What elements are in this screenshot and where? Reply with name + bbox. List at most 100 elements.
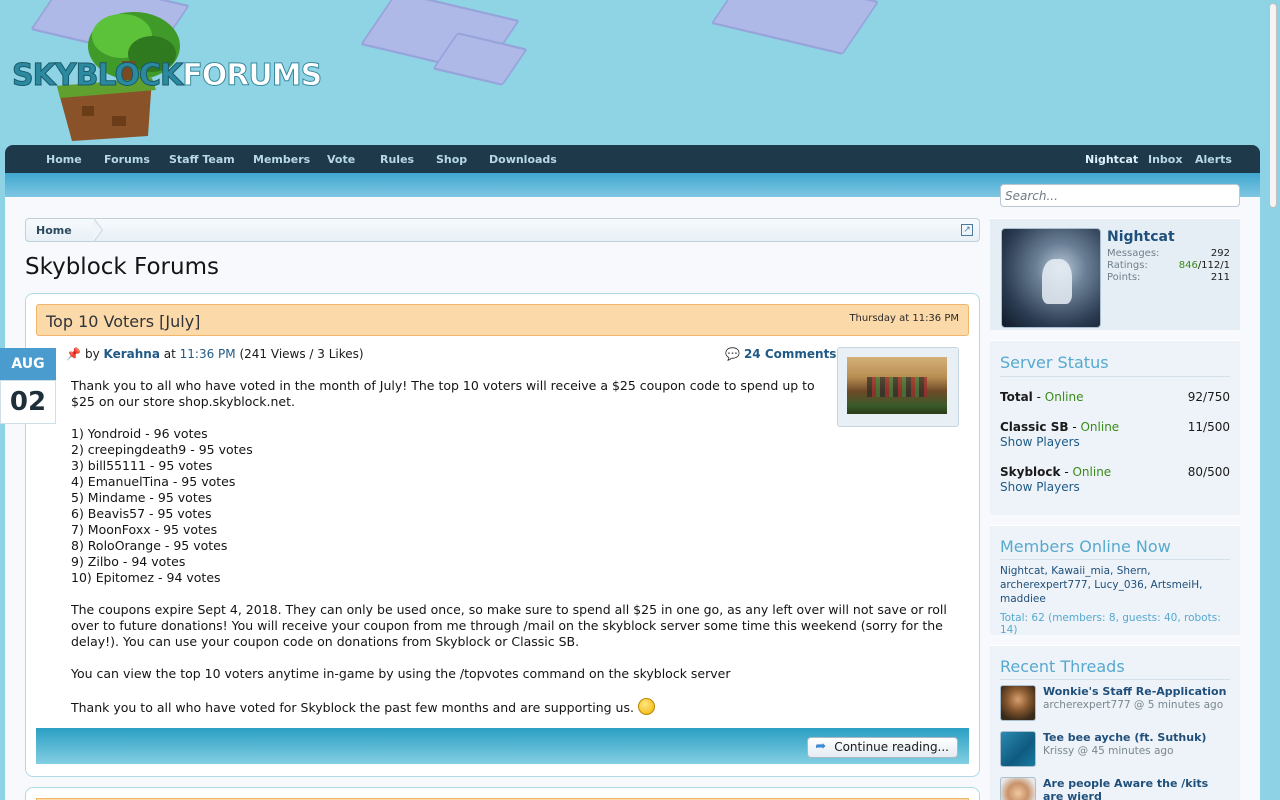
post-thanks: Thank you to all who have voted for Skyb… bbox=[71, 698, 951, 716]
voter-item: 3) bill55111 - 95 votes bbox=[71, 458, 213, 473]
nav-staff-team[interactable]: Staff Team bbox=[169, 153, 235, 166]
voter-item: 8) RoloOrange - 95 votes bbox=[71, 538, 228, 553]
post-title[interactable]: Top 10 Voters [July] bbox=[46, 312, 200, 331]
server-skyblock: Skyblock - Online 80/500 Show Players bbox=[1000, 465, 1230, 494]
members-online-total[interactable]: Total: 62 (members: 8, guests: 40, robot… bbox=[1000, 612, 1240, 636]
server-count: 92/750 bbox=[1187, 390, 1230, 404]
server-status-panel: Server Status Total - Online 92/750 Clas… bbox=[990, 340, 1240, 515]
server-name: Classic SB bbox=[1000, 420, 1069, 434]
comments-link[interactable]: 💬 24 Comments bbox=[725, 347, 836, 361]
visitor-messages: Messages: 292 bbox=[1107, 248, 1230, 259]
server-total: Total - Online 92/750 bbox=[1000, 390, 1230, 404]
divider bbox=[1000, 559, 1230, 560]
members-online-heading[interactable]: Members Online Now bbox=[1000, 537, 1171, 556]
post-coupons-text: The coupons expire Sept 4, 2018. They ca… bbox=[71, 602, 947, 649]
site-header: SKYBLOCKFORUMS bbox=[0, 0, 1280, 146]
post-topvotes-text: You can view the top 10 voters anytime i… bbox=[71, 666, 731, 681]
members-online-list[interactable]: Nightcat, Kawaii_mia, Shern, archerexper… bbox=[1000, 564, 1230, 606]
post-title-bar: Top 10 Voters [July] Thursday at 11:36 P… bbox=[36, 304, 969, 336]
breadcrumb-arrow-inner bbox=[93, 218, 102, 242]
points-value[interactable]: 211 bbox=[1211, 272, 1230, 283]
server-sep: - bbox=[1068, 420, 1081, 434]
breadcrumb-home[interactable]: Home bbox=[36, 224, 72, 237]
ratings-label: Ratings: bbox=[1107, 260, 1148, 271]
continue-bar: ➦ Continue reading... bbox=[36, 728, 969, 764]
voter-item: 7) MoonFoxx - 95 votes bbox=[71, 522, 218, 537]
server-count: 80/500 bbox=[1187, 465, 1230, 479]
nav-forums[interactable]: Forums bbox=[104, 153, 150, 166]
show-players-link[interactable]: Show Players bbox=[1000, 435, 1230, 449]
continue-reading-label: Continue reading... bbox=[834, 740, 949, 754]
avatar[interactable] bbox=[1000, 777, 1036, 800]
thread-title[interactable]: Are people Aware the /kits are wierd bbox=[1043, 777, 1230, 800]
avatar[interactable] bbox=[1000, 685, 1036, 721]
scrollbar-thumb[interactable] bbox=[1269, 3, 1277, 208]
logo-text: SKYBLOCKFORUMS bbox=[11, 58, 323, 94]
voter-item: 1) Yondroid - 96 votes bbox=[71, 426, 208, 441]
post-author[interactable]: Kerahna bbox=[104, 347, 160, 361]
ratings-value[interactable]: 846/112/1 bbox=[1179, 260, 1230, 271]
visitor-name[interactable]: Nightcat bbox=[1107, 229, 1175, 245]
messages-label: Messages: bbox=[1107, 248, 1160, 259]
visitor-panel: Nightcat Messages: 292 Ratings: 846/112/… bbox=[990, 218, 1240, 330]
nav-rules[interactable]: Rules bbox=[380, 153, 414, 166]
visitor-ratings: Ratings: 846/112/1 bbox=[1107, 260, 1230, 271]
post-time[interactable]: 11:36 PM bbox=[180, 347, 236, 361]
nav-inbox[interactable]: Inbox bbox=[1148, 153, 1182, 166]
divider bbox=[1000, 679, 1230, 680]
messages-value[interactable]: 292 bbox=[1211, 248, 1230, 259]
pin-icon: 📌 bbox=[66, 347, 81, 361]
post-date: Thursday at 11:36 PM bbox=[849, 313, 959, 324]
post-thanks-text: Thank you to all who have voted for Skyb… bbox=[71, 700, 634, 715]
recent-threads-panel: Recent Threads Wonkie's Staff Re-Applica… bbox=[990, 645, 1240, 800]
site-logo[interactable]: SKYBLOCKFORUMS bbox=[11, 6, 323, 146]
avatar[interactable] bbox=[1000, 731, 1036, 767]
recent-thread-item[interactable]: Wonkie's Staff Re-Application archerexpe… bbox=[1000, 685, 1230, 725]
post-meta: 📌 by Kerahna at 11:36 PM (241 Views / 3 L… bbox=[66, 347, 364, 361]
comment-icon: 💬 bbox=[725, 347, 740, 361]
breadcrumb: Home ↗ bbox=[25, 218, 980, 242]
nav-members[interactable]: Members bbox=[253, 153, 310, 166]
cloud-decoration bbox=[710, 0, 880, 55]
avatar[interactable] bbox=[1001, 228, 1101, 328]
continue-reading-button[interactable]: ➦ Continue reading... bbox=[807, 737, 958, 758]
main-nav: Home Forums Staff Team Members Vote Rule… bbox=[5, 145, 1260, 173]
server-status: Online bbox=[1072, 465, 1112, 479]
server-count: 11/500 bbox=[1187, 420, 1230, 434]
show-players-link[interactable]: Show Players bbox=[1000, 480, 1230, 494]
server-status: Online bbox=[1044, 390, 1084, 404]
logo-text-skyblock: SKYBLOCK bbox=[11, 58, 183, 94]
nav-alerts[interactable]: Alerts bbox=[1195, 153, 1232, 166]
nav-shop[interactable]: Shop bbox=[436, 153, 467, 166]
recent-thread-item[interactable]: Tee bee ayche (ft. Suthuk) Krissy @ 45 m… bbox=[1000, 731, 1230, 771]
server-classic-sb: Classic SB - Online 11/500 Show Players bbox=[1000, 420, 1230, 449]
members-online-panel: Members Online Now Nightcat, Kawaii_mia,… bbox=[990, 525, 1240, 636]
nav-user-nightcat[interactable]: Nightcat bbox=[1085, 153, 1138, 166]
thread-meta: archerexpert777 @ 5 minutes ago bbox=[1043, 699, 1224, 711]
logo-text-forums: FORUMS bbox=[182, 58, 323, 94]
post-thumbnail[interactable] bbox=[837, 347, 959, 427]
thread-title[interactable]: Wonkie's Staff Re-Application bbox=[1043, 685, 1230, 698]
voter-item: 5) Mindame - 95 votes bbox=[71, 490, 212, 505]
date-badge-day: 02 bbox=[0, 380, 56, 424]
ratings-positive: 846 bbox=[1178, 260, 1198, 271]
next-post bbox=[25, 787, 980, 800]
post-intro: Thank you to all who have voted in the m… bbox=[71, 378, 815, 409]
nav-vote[interactable]: Vote bbox=[327, 153, 355, 166]
post-stats: (241 Views / 3 Likes) bbox=[239, 347, 364, 361]
server-status: Online bbox=[1080, 420, 1120, 434]
page-title: Skyblock Forums bbox=[25, 254, 219, 280]
voter-item: 9) Zilbo - 94 votes bbox=[71, 554, 186, 569]
voter-item: 4) EmanuelTina - 95 votes bbox=[71, 474, 236, 489]
voter-list: 1) Yondroid - 96 votes 2) creepingdeath9… bbox=[71, 426, 831, 586]
server-name: Total bbox=[1000, 390, 1033, 404]
search-input[interactable]: Search... bbox=[1000, 184, 1240, 207]
nav-home[interactable]: Home bbox=[46, 153, 82, 166]
nav-downloads[interactable]: Downloads bbox=[489, 153, 557, 166]
recent-thread-item[interactable]: Are people Aware the /kits are wierd bbox=[1000, 777, 1230, 800]
scrollbar[interactable] bbox=[1266, 0, 1280, 800]
smiley-icon bbox=[637, 698, 655, 715]
jump-to-icon[interactable]: ↗ bbox=[961, 224, 973, 236]
date-badge-month: AUG bbox=[0, 348, 56, 380]
thread-title[interactable]: Tee bee ayche (ft. Suthuk) bbox=[1043, 731, 1230, 744]
